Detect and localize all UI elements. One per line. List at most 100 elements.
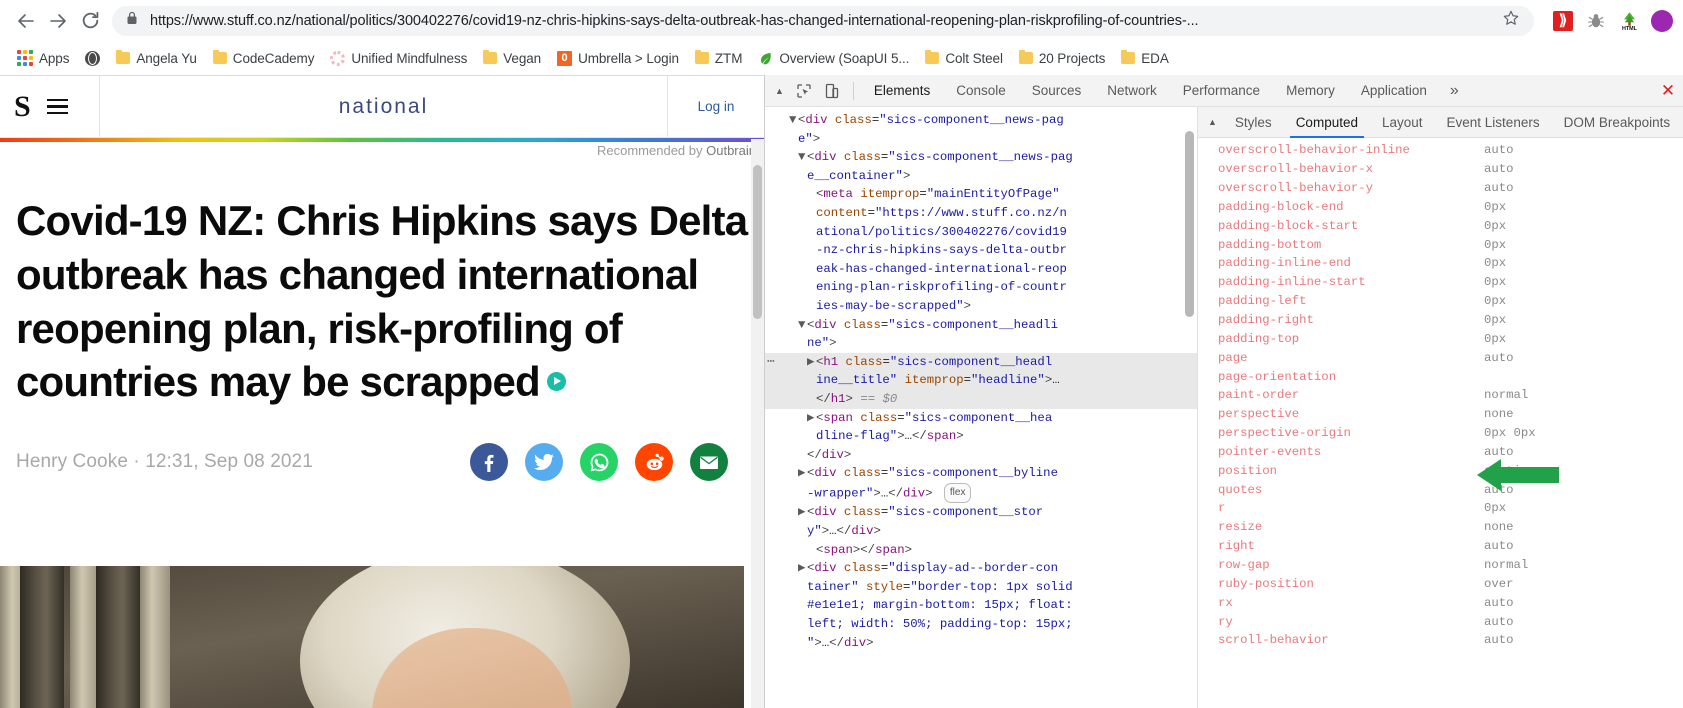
dom-tree-line[interactable]: ▶ <span class="sics-component__hea <box>765 409 1197 428</box>
dom-tree-scrollbar[interactable] <box>1184 107 1195 708</box>
dom-row-menu-icon[interactable]: ⋯ <box>767 353 776 372</box>
bug-extension-icon[interactable] <box>1585 10 1607 32</box>
dom-tree-line[interactable]: ▶ <div class="display-ad--border-con <box>765 559 1197 578</box>
dom-tree-line[interactable]: ▶ <div class="sics-component__stor <box>765 503 1197 522</box>
computed-property-row[interactable]: overscroll-behavior-y auto <box>1198 179 1683 198</box>
bookmark-codecademy[interactable]: CodeCademy <box>206 48 322 69</box>
tab-application[interactable]: Application <box>1348 75 1440 107</box>
dom-tree-line[interactable]: dline-flag">…</span> <box>765 427 1197 446</box>
tab-elements[interactable]: Elements <box>861 75 943 107</box>
computed-properties-list[interactable]: overscroll-behavior-inline auto overscroll… <box>1198 138 1683 708</box>
computed-property-row[interactable]: overscroll-behavior-x auto <box>1198 160 1683 179</box>
bookmark-colt-steel[interactable]: Colt Steel <box>918 48 1010 69</box>
bookmark-ztm[interactable]: ZTM <box>688 48 749 69</box>
tab-network[interactable]: Network <box>1094 75 1170 107</box>
forward-button[interactable] <box>42 5 74 37</box>
dom-tree-line[interactable]: ne"> <box>765 334 1197 353</box>
reload-button[interactable] <box>74 5 106 37</box>
computed-property-row[interactable]: perspective none <box>1198 405 1683 424</box>
html-tree-extension-icon[interactable]: HTML <box>1618 10 1640 32</box>
computed-property-row[interactable]: padding-inline-start 0px <box>1198 273 1683 292</box>
bookmark-unified-mindfulness[interactable]: Unified Mindfulness <box>323 48 474 69</box>
dom-tree-line[interactable]: ine__title" itemprop="headline">… <box>765 371 1197 390</box>
dom-tree-line[interactable]: ies-may-be-scrapped"> <box>765 297 1197 316</box>
computed-property-row[interactable]: rx auto <box>1198 593 1683 612</box>
dom-tree-line[interactable]: e"> <box>765 130 1197 149</box>
bookmark-apps[interactable]: Apps <box>10 47 76 69</box>
dom-tree-line[interactable]: y">…</div> <box>765 522 1197 541</box>
computed-property-row[interactable]: overscroll-behavior-inline auto <box>1198 141 1683 160</box>
page-scrollbar[interactable] <box>751 139 764 708</box>
computed-property-row[interactable]: resize none <box>1198 518 1683 537</box>
whatsapp-share-icon[interactable] <box>580 443 618 481</box>
facebook-share-icon[interactable] <box>470 443 508 481</box>
dom-tree-line[interactable]: ▶ <h1 class="sics-component__headl <box>765 352 1197 372</box>
computed-property-row[interactable]: row-gap normal <box>1198 556 1683 575</box>
video-play-icon[interactable] <box>546 371 566 391</box>
bookmark-eda[interactable]: EDA <box>1114 48 1175 69</box>
computed-property-row[interactable]: quotes auto <box>1198 480 1683 499</box>
dom-tree-line[interactable]: </h1> == $0 <box>765 389 1197 409</box>
dom-tree-line[interactable]: ▶ <div class="sics-component__byline <box>765 464 1197 483</box>
computed-property-row[interactable]: scroll-behavior auto <box>1198 631 1683 650</box>
computed-property-row[interactable]: page-orientation <box>1198 367 1683 386</box>
reddit-share-icon[interactable] <box>635 443 673 481</box>
dom-tree-line[interactable]: ▼ <div class="sics-component__news-pag <box>765 111 1197 130</box>
adobe-acrobat-extension-icon[interactable]: ⟫ <box>1552 10 1574 32</box>
collapse-icon[interactable]: ▲ <box>765 86 790 96</box>
computed-property-row[interactable]: perspective-origin 0px 0px <box>1198 424 1683 443</box>
close-devtools-icon[interactable]: ✕ <box>1659 81 1677 99</box>
computed-property-row[interactable]: pointer-events auto <box>1198 443 1683 462</box>
dom-tree-line[interactable]: ▼ <div class="sics-component__news-pag <box>765 148 1197 167</box>
tab-styles[interactable]: Styles <box>1223 107 1284 138</box>
computed-property-row[interactable]: page auto <box>1198 348 1683 367</box>
dom-tree-line[interactable]: ational/politics/300402276/covid19 <box>765 223 1197 242</box>
tab-layout[interactable]: Layout <box>1370 107 1435 138</box>
tab-performance[interactable]: Performance <box>1170 75 1273 107</box>
computed-property-row[interactable]: padding-top 0px <box>1198 329 1683 348</box>
bookmark-vegan[interactable]: Vegan <box>476 48 548 69</box>
computed-property-row[interactable]: padding-left 0px <box>1198 292 1683 311</box>
login-link[interactable]: Log in <box>698 99 735 114</box>
tab-dom-breakpoints[interactable]: DOM Breakpoints <box>1552 107 1683 138</box>
dom-tree-line[interactable]: -wrapper">…</div> flex <box>765 482 1197 504</box>
bookmark-umbrella-login[interactable]: 0 Umbrella > Login <box>550 48 686 69</box>
dom-tree-line[interactable]: ">…</div> <box>765 634 1197 653</box>
tab-event-listeners[interactable]: Event Listeners <box>1435 107 1552 138</box>
dom-tree-line[interactable]: e__container"> <box>765 167 1197 186</box>
computed-property-row[interactable]: r 0px <box>1198 499 1683 518</box>
dom-tree-line[interactable]: content="https://www.stuff.co.nz/n <box>765 204 1197 223</box>
author-name[interactable]: Henry Cooke <box>16 451 128 472</box>
tab-console[interactable]: Console <box>943 75 1019 107</box>
computed-property-row[interactable]: position static <box>1198 461 1683 480</box>
more-tabs-icon[interactable]: » <box>1440 82 1469 100</box>
purple-extension-icon[interactable] <box>1651 9 1673 32</box>
bookmark-angela-yu[interactable]: Angela Yu <box>109 48 203 69</box>
dom-tree-line[interactable]: left; width: 50%; padding-top: 15px; <box>765 615 1197 634</box>
device-toolbar-icon[interactable] <box>818 77 846 105</box>
dom-tree-line[interactable]: <span></span> <box>765 541 1197 560</box>
address-bar[interactable]: https://www.stuff.co.nz/national/politic… <box>112 5 1534 36</box>
tab-memory[interactable]: Memory <box>1273 75 1348 107</box>
email-share-icon[interactable] <box>690 443 728 481</box>
dom-tree-line[interactable]: tainer" style="border-top: 1px solid <box>765 578 1197 597</box>
styles-collapse-icon[interactable]: ▲ <box>1198 117 1223 127</box>
dom-tree-line[interactable]: -nz-chris-hipkins-says-delta-outbr <box>765 241 1197 260</box>
dom-tree-pane[interactable]: ▼ <div class="sics-component__news-pag e">… <box>765 107 1197 708</box>
dom-tree-line[interactable]: <meta itemprop="mainEntityOfPage" <box>765 185 1197 204</box>
computed-property-row[interactable]: padding-inline-end 0px <box>1198 254 1683 273</box>
computed-property-row[interactable]: padding-block-end 0px <box>1198 198 1683 217</box>
dom-tree-line[interactable]: #e1e1e1; margin-bottom: 15px; float: <box>765 596 1197 615</box>
tab-computed[interactable]: Computed <box>1284 107 1370 138</box>
computed-property-row[interactable]: ry auto <box>1198 612 1683 631</box>
stuff-logo[interactable]: S <box>14 91 31 122</box>
twitter-share-icon[interactable] <box>525 443 563 481</box>
computed-property-row[interactable]: ruby-position over <box>1198 574 1683 593</box>
computed-property-row[interactable]: right auto <box>1198 537 1683 556</box>
computed-property-row[interactable]: paint-order normal <box>1198 386 1683 405</box>
dom-tree-line[interactable]: eak-has-changed-international-reop <box>765 260 1197 279</box>
computed-property-row[interactable]: padding-right 0px <box>1198 311 1683 330</box>
dom-tree-line[interactable]: </div> <box>765 446 1197 465</box>
computed-property-row[interactable]: padding-block-start 0px <box>1198 216 1683 235</box>
inspect-element-icon[interactable] <box>790 77 818 105</box>
